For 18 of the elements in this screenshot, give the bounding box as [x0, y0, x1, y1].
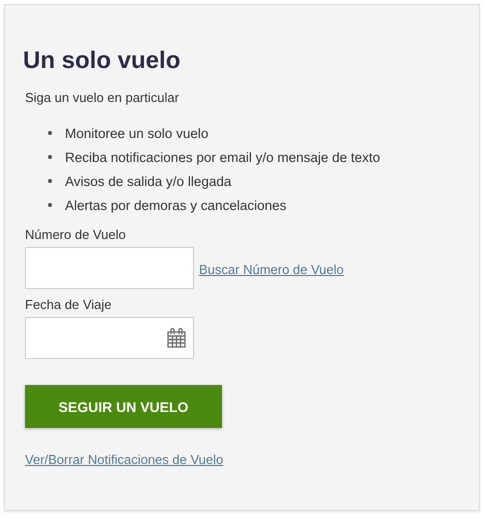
follow-flight-button[interactable]: SEGUIR UN VUELO — [25, 385, 222, 428]
bullet-dot — [48, 203, 52, 207]
intro-text: Siga un vuelo en particular — [25, 90, 180, 105]
notifications-link[interactable]: Ver/Borrar Notificaciones de Vuelo — [25, 452, 224, 467]
page-title: Un solo vuelo — [23, 47, 182, 75]
feature-item: Reciba notificaciones por email y/o mensaje de texto — [65, 150, 380, 164]
feature-item: Monitoree un solo vuelo — [65, 126, 208, 140]
feature-item: Alertas por demoras y cancelaciones — [65, 198, 286, 212]
bullet-dot — [48, 131, 52, 135]
find-flight-number-link[interactable]: Buscar Número de Vuelo — [199, 262, 344, 276]
field-label: Número de Vuelo — [25, 227, 127, 242]
input-field[interactable] — [25, 247, 194, 289]
field-label: Fecha de Viaje — [25, 297, 112, 312]
feature-item: Avisos de salida y/o llegada — [65, 174, 232, 188]
bullet-dot — [48, 179, 52, 183]
date-field[interactable] — [25, 317, 194, 359]
bullet-dot — [48, 155, 52, 159]
calendar-icon[interactable] — [167, 328, 186, 348]
